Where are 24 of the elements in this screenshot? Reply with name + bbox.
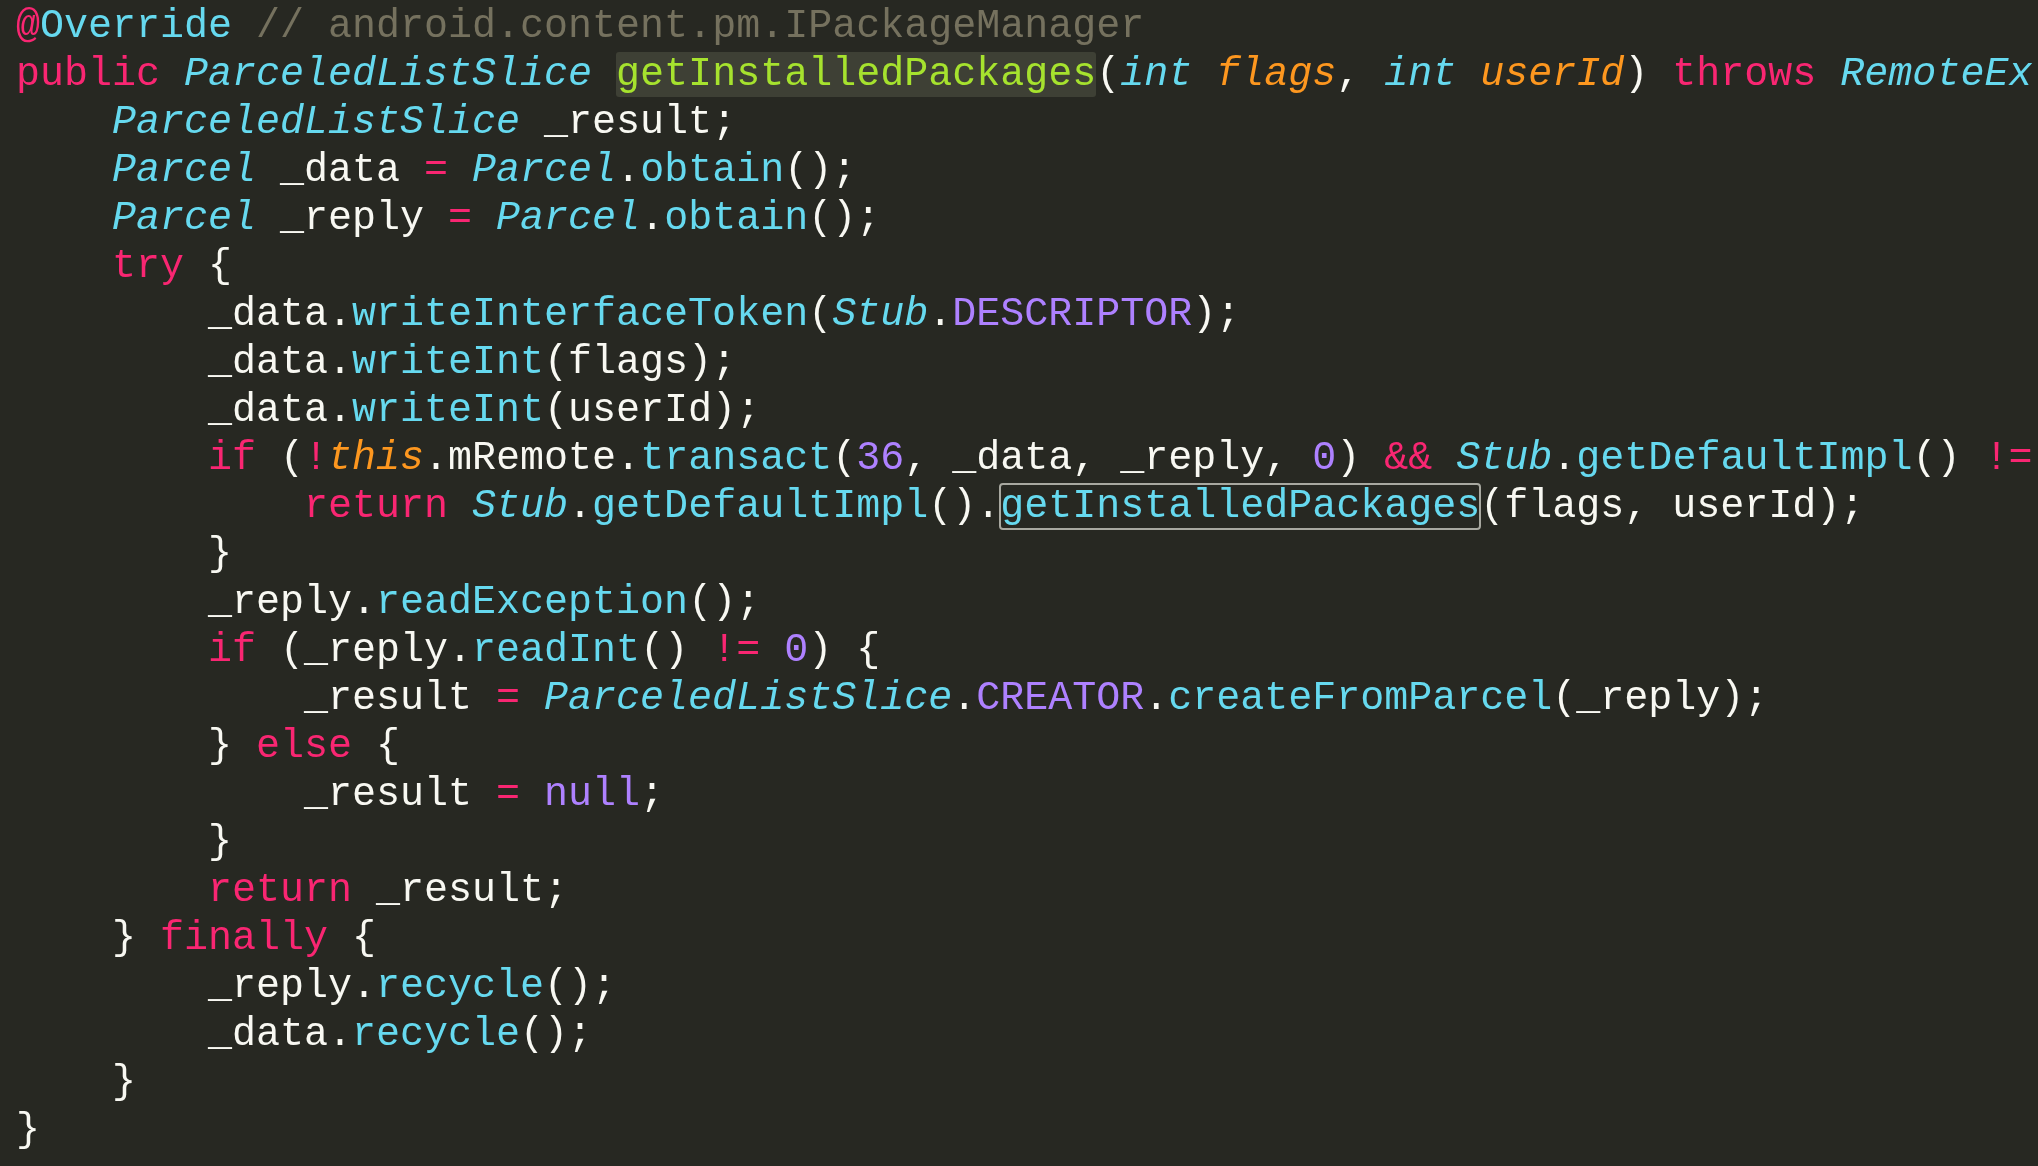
code-line: return _result;: [208, 867, 569, 915]
code-line: }: [208, 819, 233, 867]
code-line: @Override // android.content.pm.IPackageManager: [16, 3, 1145, 51]
code-line: Parcel _data = Parcel.obtain();: [112, 147, 857, 195]
code-line: ParceledListSlice _result;: [112, 99, 737, 147]
code-line: public ParceledListSlice getInstalledPackages(int flags, int userId) throws RemoteEx: [16, 51, 2033, 99]
code-line: _reply.readException();: [208, 579, 761, 627]
code-line: _result = null;: [304, 771, 665, 819]
code-line: _data.writeInt(flags);: [208, 339, 737, 387]
code-line: if (!this.mRemote.transact(36, _data, _reply, 0) && Stub.getDefaultImpl() !=: [208, 435, 2033, 483]
code-line: _result = ParceledListSlice.CREATOR.createFromParcel(_reply);: [304, 675, 1769, 723]
code-line: _data.recycle();: [208, 1011, 593, 1059]
code-line: _reply.recycle();: [208, 963, 617, 1011]
code-line: }: [208, 531, 233, 579]
code-line: } else {: [208, 723, 401, 771]
code-line: _data.writeInterfaceToken(Stub.DESCRIPTOR);: [208, 291, 1241, 339]
code-line: try {: [112, 243, 233, 291]
code-line: Parcel _reply = Parcel.obtain();: [112, 195, 881, 243]
code-line: _data.writeInt(userId);: [208, 387, 761, 435]
code-line: return Stub.getDefaultImpl().getInstalledPackages(flags, userId);: [304, 483, 1865, 531]
code-line: if (_reply.readInt() != 0) {: [208, 627, 881, 675]
code-line: } finally {: [112, 915, 377, 963]
code-line: }: [16, 1107, 40, 1155]
code-line: }: [112, 1059, 137, 1107]
